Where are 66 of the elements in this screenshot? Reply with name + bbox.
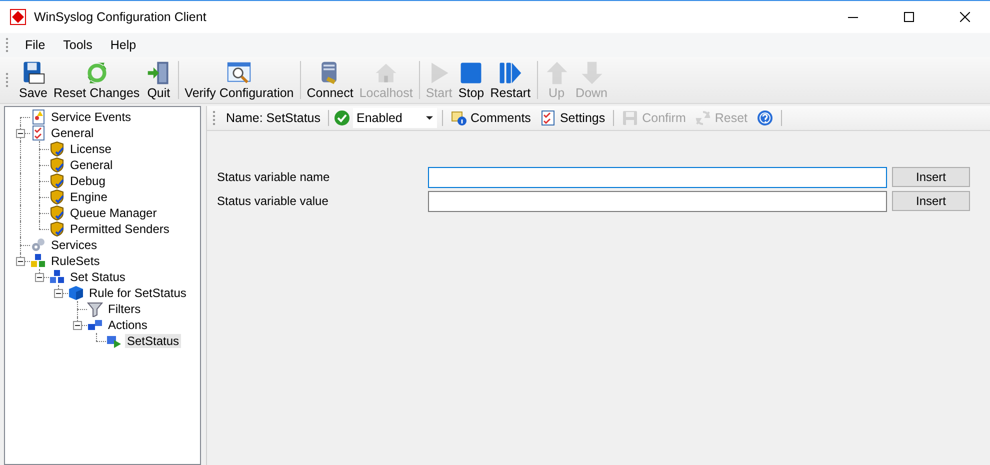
rule-icon	[68, 285, 84, 301]
collapse-toggle[interactable]	[54, 289, 63, 298]
tree-item[interactable]: RuleSets	[49, 254, 102, 268]
check-icon	[334, 110, 350, 126]
collapse-toggle[interactable]	[16, 257, 25, 266]
menu-item[interactable]: Tools	[54, 38, 102, 52]
toolbar-button[interactable]: Quit	[142, 60, 175, 100]
toolbar-button[interactable]: Stop	[455, 60, 488, 100]
checklist-icon	[540, 110, 556, 126]
collapse-toggle[interactable]	[16, 129, 25, 138]
toolbar-button[interactable]: Reset Changes	[50, 60, 143, 100]
tree-item[interactable]: Permitted Senders	[68, 222, 172, 236]
rule-name: Name: SetStatus	[226, 111, 320, 125]
ruleset-icon	[49, 269, 65, 285]
filters-icon	[87, 301, 103, 317]
field-label: Status variable name	[217, 170, 331, 184]
menu-item[interactable]: Help	[101, 38, 146, 52]
app-logo-icon	[10, 9, 26, 25]
tree-item[interactable]: Rule for SetStatus	[87, 286, 188, 300]
collapse-toggle[interactable]	[35, 273, 44, 282]
tree-item[interactable]: Services	[49, 238, 100, 252]
tree-item[interactable]: Filters	[106, 302, 143, 316]
toolbar-button[interactable]: Restart	[487, 60, 534, 100]
module-icon	[49, 173, 65, 189]
action-icon	[106, 333, 122, 349]
module-icon	[49, 157, 65, 173]
toolbar-button[interactable]: Settings	[536, 110, 608, 126]
maximize-icon[interactable]	[904, 12, 914, 22]
insert-button[interactable]: Insert	[892, 167, 970, 187]
caret-icon	[426, 116, 432, 120]
input-field[interactable]	[428, 190, 887, 212]
settings-icon	[30, 125, 46, 141]
actions-icon	[87, 317, 103, 333]
module-icon	[49, 189, 65, 205]
tree-item[interactable]: License	[68, 142, 114, 156]
input-field[interactable]	[428, 166, 887, 188]
rulesets-icon	[30, 253, 46, 269]
tree-item[interactable]: SetStatus	[125, 334, 182, 348]
tree-item[interactable]: Queue Manager	[68, 206, 159, 220]
menu-item[interactable]: File	[16, 38, 54, 52]
restart-icon	[497, 60, 524, 86]
tree-item[interactable]: Debug	[68, 174, 108, 188]
tree-item[interactable]: Service Events	[49, 110, 134, 124]
events-icon	[30, 109, 46, 125]
services-icon	[30, 237, 46, 253]
help-icon[interactable]	[756, 110, 773, 126]
field-label: Status variable value	[217, 194, 330, 208]
toolbar-button[interactable]: Connect	[304, 60, 356, 100]
status-dropdown[interactable]: Enabled	[352, 108, 436, 128]
collapse-toggle[interactable]	[73, 321, 82, 330]
insert-button[interactable]: Insert	[892, 191, 970, 211]
tree-item[interactable]: Set Status	[68, 270, 128, 284]
module-icon	[49, 205, 65, 221]
tree-item[interactable]: Actions	[106, 318, 150, 332]
module-icon	[49, 141, 65, 157]
window-title: WinSyslog Configuration Client	[34, 10, 206, 24]
module-icon	[49, 221, 65, 237]
tree-item[interactable]: Engine	[68, 190, 110, 204]
toolbar-button[interactable]: Comments	[448, 110, 534, 126]
close-icon[interactable]	[960, 12, 970, 22]
toolbar-button[interactable]: Save	[16, 60, 50, 100]
tree-item[interactable]: General	[68, 158, 115, 172]
tree-item[interactable]: General	[49, 126, 96, 140]
toolbar-button[interactable]: Verify Configuration	[182, 60, 297, 100]
magnifier-window-icon	[226, 60, 252, 86]
note-info-icon	[450, 110, 466, 126]
